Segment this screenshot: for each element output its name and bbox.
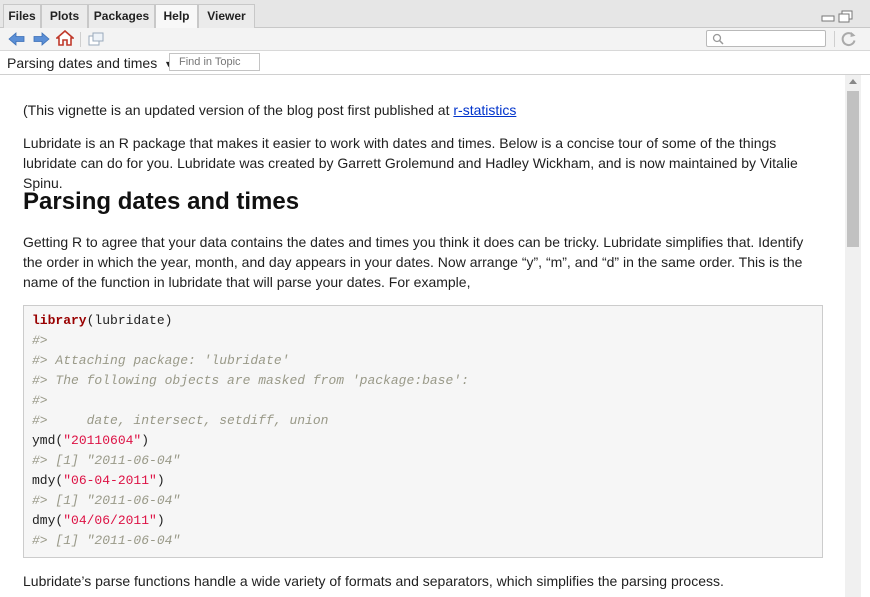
code-text: mdy( xyxy=(32,473,64,488)
intro-paragraph: (This vignette is an updated version of … xyxy=(23,100,823,120)
help-toolbar xyxy=(0,28,870,51)
code-text: ) xyxy=(141,433,150,448)
help-content: (This vignette is an updated version of … xyxy=(0,75,845,597)
code-line: library(lubridate) xyxy=(32,311,172,331)
code-comment: #> [1] "2011-06-04" xyxy=(32,533,181,548)
vertical-scrollbar[interactable] xyxy=(845,75,861,597)
tab-plots[interactable]: Plots xyxy=(41,4,88,28)
popout-icon[interactable] xyxy=(87,31,105,47)
search-icon xyxy=(712,33,724,45)
code-comment: #> [1] "2011-06-04" xyxy=(32,453,181,468)
code-comment: #> xyxy=(32,393,48,408)
code-keyword: library xyxy=(32,313,87,328)
code-text: (lubridate) xyxy=(86,313,173,328)
code-text: ) xyxy=(156,473,165,488)
maximize-icon[interactable] xyxy=(838,10,854,24)
code-block: library(lubridate) #> #> Attaching packa… xyxy=(23,305,823,558)
code-comment: #> date, intersect, setdiff, union xyxy=(32,413,329,428)
lubridate-description: Lubridate is an R package that makes it … xyxy=(23,135,798,191)
parsing-paragraph: Getting R to agree that your data contai… xyxy=(23,234,804,290)
code-line: dmy("04/06/2011") xyxy=(32,511,165,531)
minimize-icon[interactable] xyxy=(821,10,835,22)
refresh-icon[interactable] xyxy=(841,31,859,47)
scroll-thumb[interactable] xyxy=(847,91,859,247)
tab-packages[interactable]: Packages xyxy=(88,4,155,28)
code-text: ) xyxy=(156,513,165,528)
tab-help[interactable]: Help xyxy=(155,4,198,29)
section-heading: Parsing dates and times xyxy=(23,188,300,215)
find-in-topic-input[interactable]: Find in Topic xyxy=(169,53,260,71)
parse-functions-paragraph: Lubridate’s parse functions handle a wid… xyxy=(23,573,724,589)
tab-files[interactable]: Files xyxy=(3,4,41,28)
code-line: ymd("20110604") xyxy=(32,431,149,451)
topic-bar: Parsing dates and times ▼ Find in Topic xyxy=(0,51,870,75)
code-string: "04/06/2011" xyxy=(63,513,157,528)
code-string: "06-04-2011" xyxy=(63,473,157,488)
pane-tabbar: Files Plots Packages Help Viewer xyxy=(0,0,870,29)
topic-dropdown[interactable]: Parsing dates and times ▼ xyxy=(7,55,173,71)
intro-text: (This vignette is an updated version of … xyxy=(23,102,454,118)
code-comment: #> The following objects are masked from… xyxy=(32,373,469,388)
code-text: dmy( xyxy=(32,513,64,528)
home-icon[interactable] xyxy=(56,30,74,46)
back-arrow-icon[interactable] xyxy=(8,31,26,47)
code-comment: #> Attaching package: 'lubridate' xyxy=(32,353,290,368)
code-comment: #> [1] "2011-06-04" xyxy=(32,493,181,508)
scroll-up-icon[interactable] xyxy=(849,79,857,84)
code-comment: #> xyxy=(32,333,48,348)
code-line: mdy("06-04-2011") xyxy=(32,471,165,491)
topic-title: Parsing dates and times xyxy=(7,55,158,71)
code-string: "20110604" xyxy=(63,433,142,448)
help-search-input[interactable] xyxy=(706,30,826,47)
toolbar-divider xyxy=(834,31,835,47)
code-text: ymd( xyxy=(32,433,64,448)
forward-arrow-icon[interactable] xyxy=(32,31,50,47)
tab-viewer[interactable]: Viewer xyxy=(198,4,255,28)
toolbar-divider xyxy=(80,32,81,47)
r-statistics-link[interactable]: r-statistics xyxy=(453,102,516,118)
